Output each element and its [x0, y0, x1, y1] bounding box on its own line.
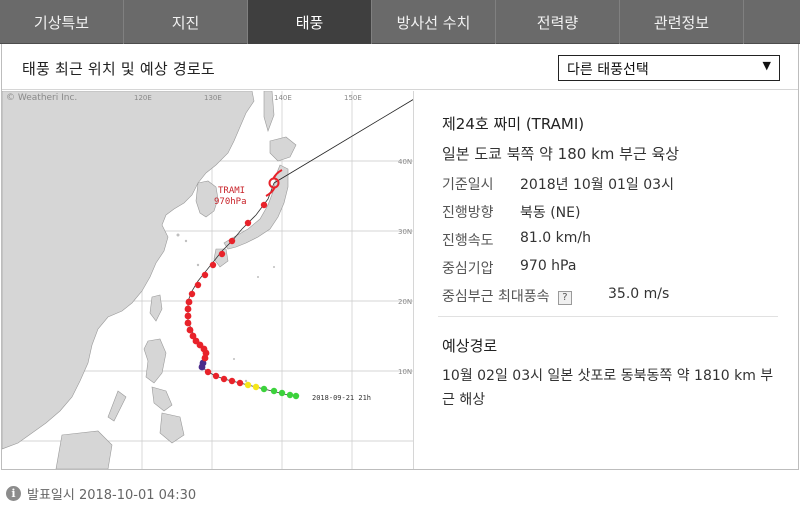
land-masses [2, 91, 297, 469]
storm-pressure-label: 970hPa [214, 197, 247, 207]
storm-labels: TRAMI 970hPa [214, 186, 247, 207]
tab-power[interactable]: 전력량 [496, 0, 620, 44]
info-value: 2018년 10월 01일 03시 [520, 177, 674, 193]
land-mindanao [159, 412, 185, 444]
storm-name-label: TRAMI [218, 186, 245, 196]
land-luzon [143, 338, 167, 384]
info-icon: i [6, 486, 21, 501]
storm-name: 제24호 짜미 (TRAMI) [442, 115, 585, 133]
info-divider [438, 316, 778, 317]
panel-header: 태풍 최근 위치 및 예상 경로도 다른 태풍선택 ▼ [2, 44, 798, 90]
lat-label-20n: 20N [398, 298, 412, 306]
land-palawan [107, 390, 127, 422]
tab-bar: 기상특보 지진 태풍 방사선 수치 전력량 관련정보 [0, 0, 800, 44]
info-value: 81.0 km/h [520, 230, 591, 246]
lat-label-30n: 30N [398, 228, 412, 236]
track-start-label: 2018-09-21 21h [312, 394, 371, 402]
issue-time: 발표일시 2018-10-01 04:30 [27, 488, 197, 503]
info-row-direction: 진행방향 북동 (NE) [442, 202, 580, 222]
typhoon-select-dropdown[interactable]: 다른 태풍선택 ▼ [558, 55, 780, 81]
land-honshu [223, 164, 289, 250]
forecast-track-line [273, 99, 413, 184]
tab-typhoon[interactable]: 태풍 [248, 0, 372, 44]
lon-label-150e: 150E [344, 94, 362, 102]
lon-label-120e: 120E [134, 94, 152, 102]
land-borneo [55, 430, 113, 469]
info-row-max-wind: 중심부근 최대풍속 ? 35.0 m/s [442, 286, 669, 306]
typhoon-track-map: 120E 130E 140E 150E 40N 30N 20N 10N TRAM… [2, 91, 414, 469]
lon-label-140e: 140E [274, 94, 292, 102]
land-taiwan [149, 294, 163, 322]
forecast-title: 예상경로 [442, 337, 498, 355]
lon-label-130e: 130E [204, 94, 222, 102]
info-value: 970 hPa [520, 258, 577, 274]
info-label: 중심기압 [442, 261, 494, 277]
typhoon-select-value: 다른 태풍선택 [567, 62, 649, 78]
tab-earthquake[interactable]: 지진 [124, 0, 248, 44]
info-value: 북동 (NE) [520, 205, 581, 221]
land-asia [2, 91, 255, 450]
info-label: 진행속도 [442, 233, 494, 249]
land-visayas [151, 386, 173, 412]
tab-radiation[interactable]: 방사선 수치 [372, 0, 496, 44]
tab-related-info[interactable]: 관련정보 [620, 0, 744, 44]
typhoon-info: 제24호 짜미 (TRAMI) 일본 도쿄 북쪽 약 180 km 부근 육상 … [416, 91, 798, 469]
info-label: 기준일시 [442, 177, 494, 193]
info-row-time: 기준일시 2018년 10월 01일 03시 [442, 174, 674, 194]
storm-status: 일본 도쿄 북쪽 약 180 km 부근 육상 [442, 145, 680, 163]
tab-weather-warning[interactable]: 기상특보 [0, 0, 124, 44]
info-row-pressure: 중심기압 970 hPa [442, 258, 576, 278]
map-copyright: © Weatheri Inc. [6, 93, 78, 103]
lat-label-40n: 40N [398, 158, 412, 166]
forecast-text: 10월 02일 03시 일본 삿포로 동북동쪽 약 1810 km 부근 해상 [442, 368, 774, 408]
info-label: 진행방향 [442, 205, 494, 221]
map-canvas: 120E 130E 140E 150E 40N 30N 20N 10N TRAM… [2, 91, 413, 469]
lat-label-10n: 10N [398, 368, 412, 376]
page-title: 태풍 최근 위치 및 예상 경로도 [22, 60, 215, 78]
typhoon-panel: 태풍 최근 위치 및 예상 경로도 다른 태풍선택 ▼ 120E 130E 14… [1, 44, 799, 470]
footer: i 발표일시 2018-10-01 04:30 [6, 484, 196, 503]
land-hokkaido [269, 136, 297, 162]
land-sakhalin [263, 91, 275, 132]
tab-bar-filler [744, 0, 800, 43]
dropdown-arrow-icon[interactable]: ▼ [763, 59, 771, 72]
info-row-speed: 진행속도 81.0 km/h [442, 230, 591, 250]
help-icon[interactable]: ? [557, 291, 572, 305]
info-label: 중심부근 최대풍속 [442, 289, 550, 305]
info-value: 35.0 m/s [608, 286, 670, 302]
